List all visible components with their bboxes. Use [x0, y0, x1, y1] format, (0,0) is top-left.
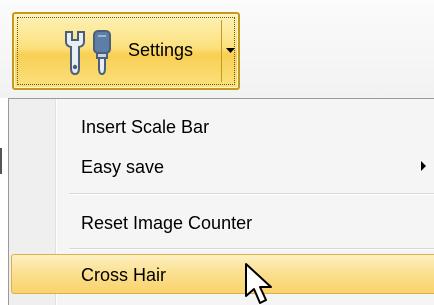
- page: Settings Insert Scale Bar Easy save Rese…: [0, 0, 434, 305]
- settings-split-button[interactable]: Settings: [12, 12, 240, 90]
- settings-label: Settings: [128, 40, 194, 60]
- menu-separator: [69, 248, 434, 250]
- dropdown-arrow-icon: [226, 48, 235, 53]
- menu-item-label: Insert Scale Bar: [81, 117, 210, 137]
- menu-separator: [69, 193, 434, 195]
- mouse-pointer-icon: [245, 263, 272, 304]
- settings-dropdown-menu: Insert Scale Bar Easy save Reset Image C…: [8, 98, 434, 305]
- menu-item-reset-image-counter[interactable]: Reset Image Counter: [11, 202, 434, 242]
- settings-dropdown-toggle[interactable]: [223, 14, 238, 88]
- wrench-settings-icon: [65, 30, 111, 76]
- menu-item-cross-hair[interactable]: Cross Hair: [11, 254, 434, 294]
- menu-item-insert-scale-bar[interactable]: Insert Scale Bar: [11, 106, 434, 146]
- menu-item-label: Cross Hair: [81, 265, 167, 285]
- menu-item-label: Reset Image Counter: [81, 213, 253, 233]
- submenu-arrow-icon: [421, 161, 426, 171]
- menu-item-label: Easy save: [81, 157, 165, 177]
- split-divider: [221, 20, 222, 82]
- menu-item-easy-save[interactable]: Easy save: [11, 146, 434, 186]
- settings-button[interactable]: Settings: [14, 14, 220, 88]
- window-edge: [0, 148, 2, 174]
